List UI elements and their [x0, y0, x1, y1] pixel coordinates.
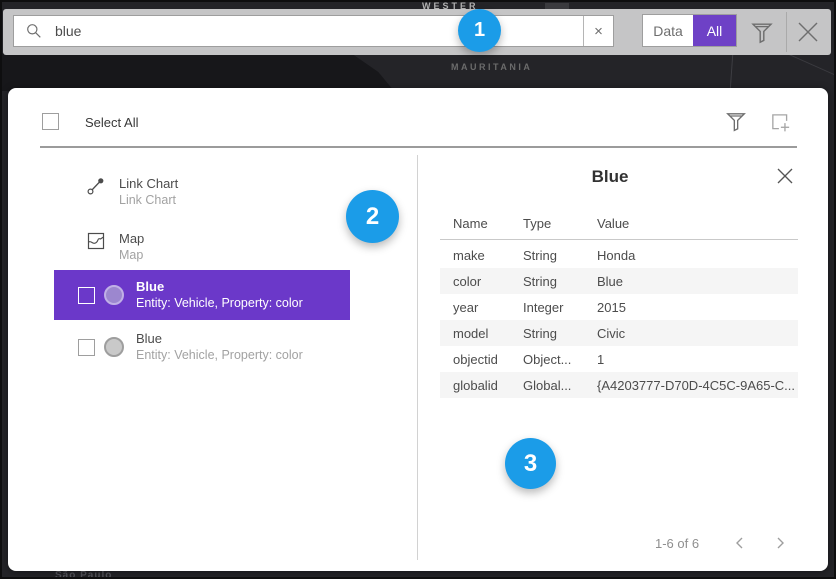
result-checkbox[interactable] — [78, 339, 95, 356]
detail-title: Blue — [440, 167, 780, 187]
search-input-wrap: × — [13, 15, 614, 47]
cell-type: Global... — [523, 378, 597, 393]
search-toolbar: × Data All — [3, 9, 831, 55]
cell-value: Honda — [597, 248, 798, 263]
result-subtitle: Entity: Vehicle, Property: color — [136, 295, 303, 311]
close-icon — [776, 167, 794, 185]
map-ocean-area — [2, 53, 394, 91]
result-title: Link Chart — [119, 176, 178, 192]
callout-3: 3 — [505, 438, 556, 489]
table-row: model String Civic — [440, 320, 798, 346]
table-row: year Integer 2015 — [440, 294, 798, 320]
pagination-next-button[interactable] — [772, 535, 788, 551]
app-window: WESTER MAURITANIA São Paulo × Data All — [0, 0, 836, 579]
table-row: objectid Object... 1 — [440, 346, 798, 372]
result-checkbox[interactable] — [78, 287, 95, 304]
cell-value: Blue — [597, 274, 798, 289]
cell-type: Object... — [523, 352, 597, 367]
cell-name: year — [453, 300, 523, 315]
cell-name: model — [453, 326, 523, 341]
table-row: color String Blue — [440, 268, 798, 294]
result-title: Blue — [136, 331, 303, 347]
cell-value: 2015 — [597, 300, 798, 315]
table-row: make String Honda — [440, 242, 798, 268]
map-label-sao-paulo: São Paulo — [55, 570, 112, 579]
entity-swatch-icon — [104, 285, 124, 305]
result-title: Map — [119, 231, 144, 247]
cell-type: String — [523, 274, 597, 289]
filter-icon — [751, 20, 773, 44]
map-label-mauritania: MAURITANIA — [451, 62, 532, 72]
attribute-table-header: Name Type Value — [440, 216, 798, 231]
select-all-label: Select All — [85, 115, 138, 130]
map-border-line — [789, 54, 836, 79]
result-item-blue-selected[interactable]: Blue Entity: Vehicle, Property: color — [54, 270, 350, 320]
result-subtitle: Map — [119, 247, 144, 263]
callout-2: 2 — [346, 190, 399, 243]
cell-name: globalid — [453, 378, 523, 393]
panel-divider — [40, 146, 797, 148]
result-item-map[interactable]: Map Map — [86, 231, 144, 263]
cell-type: String — [523, 248, 597, 263]
select-all-checkbox[interactable] — [42, 113, 59, 130]
clear-icon: × — [594, 23, 603, 40]
table-header-name: Name — [453, 216, 523, 231]
result-title: Blue — [136, 279, 303, 295]
add-selection-button[interactable] — [769, 111, 791, 133]
table-header-type: Type — [523, 216, 597, 231]
scope-toggle: Data All — [642, 14, 737, 47]
cell-name: color — [453, 274, 523, 289]
link-chart-icon — [86, 176, 106, 196]
list-detail-divider — [417, 155, 418, 560]
pagination-range: 1-6 of 6 — [655, 536, 699, 551]
scope-option-data[interactable]: Data — [643, 15, 693, 46]
results-panel: Select All Link Chart — [8, 88, 828, 571]
toolbar-divider — [786, 12, 787, 52]
chevron-left-icon — [732, 535, 748, 551]
cell-value: 1 — [597, 352, 798, 367]
result-subtitle: Link Chart — [119, 192, 178, 208]
pagination-prev-button[interactable] — [732, 535, 748, 551]
map-icon — [86, 231, 106, 251]
table-header-value: Value — [597, 216, 798, 231]
cell-name: make — [453, 248, 523, 263]
attribute-table: make String Honda color String Blue year… — [440, 242, 798, 398]
cell-value: Civic — [597, 326, 798, 341]
panel-filter-button[interactable] — [726, 109, 746, 133]
chevron-right-icon — [772, 535, 788, 551]
toolbar-close-button[interactable] — [795, 19, 821, 45]
cell-name: objectid — [453, 352, 523, 367]
cell-type: String — [523, 326, 597, 341]
add-selection-icon — [769, 111, 791, 133]
cell-type: Integer — [523, 300, 597, 315]
filter-icon — [726, 109, 746, 133]
cell-value: {A4203777-D70D-4C5C-9A65-C... — [597, 378, 798, 393]
search-input[interactable] — [53, 22, 583, 40]
search-clear-button[interactable]: × — [583, 16, 613, 46]
detail-close-button[interactable] — [776, 167, 794, 185]
table-header-divider — [440, 239, 798, 240]
result-subtitle: Entity: Vehicle, Property: color — [136, 347, 303, 363]
search-icon — [26, 23, 42, 39]
toolbar-filter-button[interactable] — [751, 20, 773, 44]
callout-1: 1 — [458, 9, 501, 52]
result-item-link-chart[interactable]: Link Chart Link Chart — [86, 176, 178, 208]
result-item-blue[interactable]: Blue Entity: Vehicle, Property: color — [54, 322, 350, 372]
close-icon — [795, 19, 821, 45]
scope-option-all[interactable]: All — [693, 15, 736, 46]
map-border-line — [730, 54, 734, 90]
entity-swatch-icon — [104, 337, 124, 357]
table-row: globalid Global... {A4203777-D70D-4C5C-9… — [440, 372, 798, 398]
